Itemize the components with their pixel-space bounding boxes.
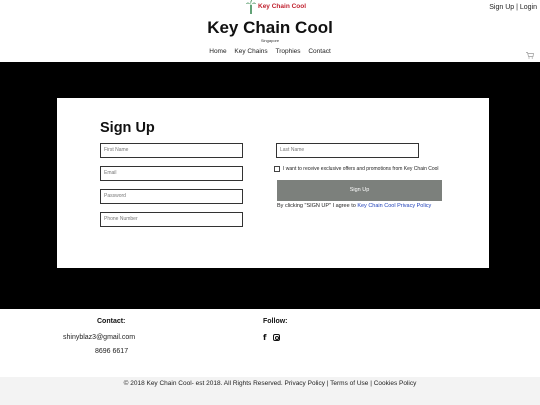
site-footer: Contact: shinyblaz3@gmail.com 8696 6617 … <box>0 309 540 405</box>
instagram-icon[interactable] <box>273 334 281 341</box>
signup-link[interactable]: Sign Up <box>489 4 514 11</box>
nav-home[interactable]: Home <box>209 48 226 55</box>
footer-contact-title: Contact: <box>97 318 126 325</box>
nav-contact[interactable]: Contact <box>308 48 330 55</box>
social-links: f <box>263 333 281 342</box>
signup-title: Sign Up <box>100 120 155 136</box>
optin-checkbox[interactable] <box>274 166 280 172</box>
hero-section: Sign Up First Name Email Password Phone … <box>0 62 540 309</box>
nav-key-chains[interactable]: Key Chains <box>234 48 267 55</box>
copyright-bar: © 2018 Key Chain Cool- est 2018. All Rig… <box>0 377 540 405</box>
terms-prefix: By clicking "SIGN UP" I agree to <box>277 203 358 209</box>
optin-row: I want to receive exclusive offers and p… <box>274 166 439 172</box>
footer-follow-title: Follow: <box>263 318 288 325</box>
email-field[interactable]: Email <box>100 166 243 181</box>
site-header: Key Chain Cool Sign Up | Login Key Chain… <box>0 0 540 62</box>
cart-icon[interactable] <box>526 46 534 59</box>
site-logo[interactable]: Key Chain Cool <box>246 0 306 14</box>
footer-phone: 8696 6617 <box>95 348 129 355</box>
site-subtitle: Singapore <box>260 38 280 43</box>
footer-email: shinyblaz3@gmail.com <box>63 334 136 341</box>
logo-text: Key Chain Cool <box>258 2 307 10</box>
auth-links: Sign Up | Login <box>489 4 537 11</box>
phone-field[interactable]: Phone Number <box>100 212 243 227</box>
nav-trophies[interactable]: Trophies <box>275 48 300 55</box>
terms-text: By clicking "SIGN UP" I agree to Key Cha… <box>277 203 431 209</box>
privacy-policy-link[interactable]: Key Chain Cool Privacy Policy <box>357 203 431 209</box>
first-name-field[interactable]: First Name <box>100 143 243 158</box>
site-title[interactable]: Key Chain Cool <box>0 18 540 38</box>
signup-button[interactable]: Sign Up <box>277 180 442 201</box>
login-link[interactable]: Login <box>520 4 537 11</box>
optin-label[interactable]: I want to receive exclusive offers and p… <box>283 166 439 172</box>
facebook-icon[interactable]: f <box>263 333 266 342</box>
main-nav: Home Key Chains Trophies Contact <box>0 48 540 55</box>
last-name-field[interactable]: Last Name <box>276 143 419 158</box>
palm-tree-icon <box>246 0 256 14</box>
password-field[interactable]: Password <box>100 189 243 204</box>
signup-card: Sign Up First Name Email Password Phone … <box>57 98 489 268</box>
